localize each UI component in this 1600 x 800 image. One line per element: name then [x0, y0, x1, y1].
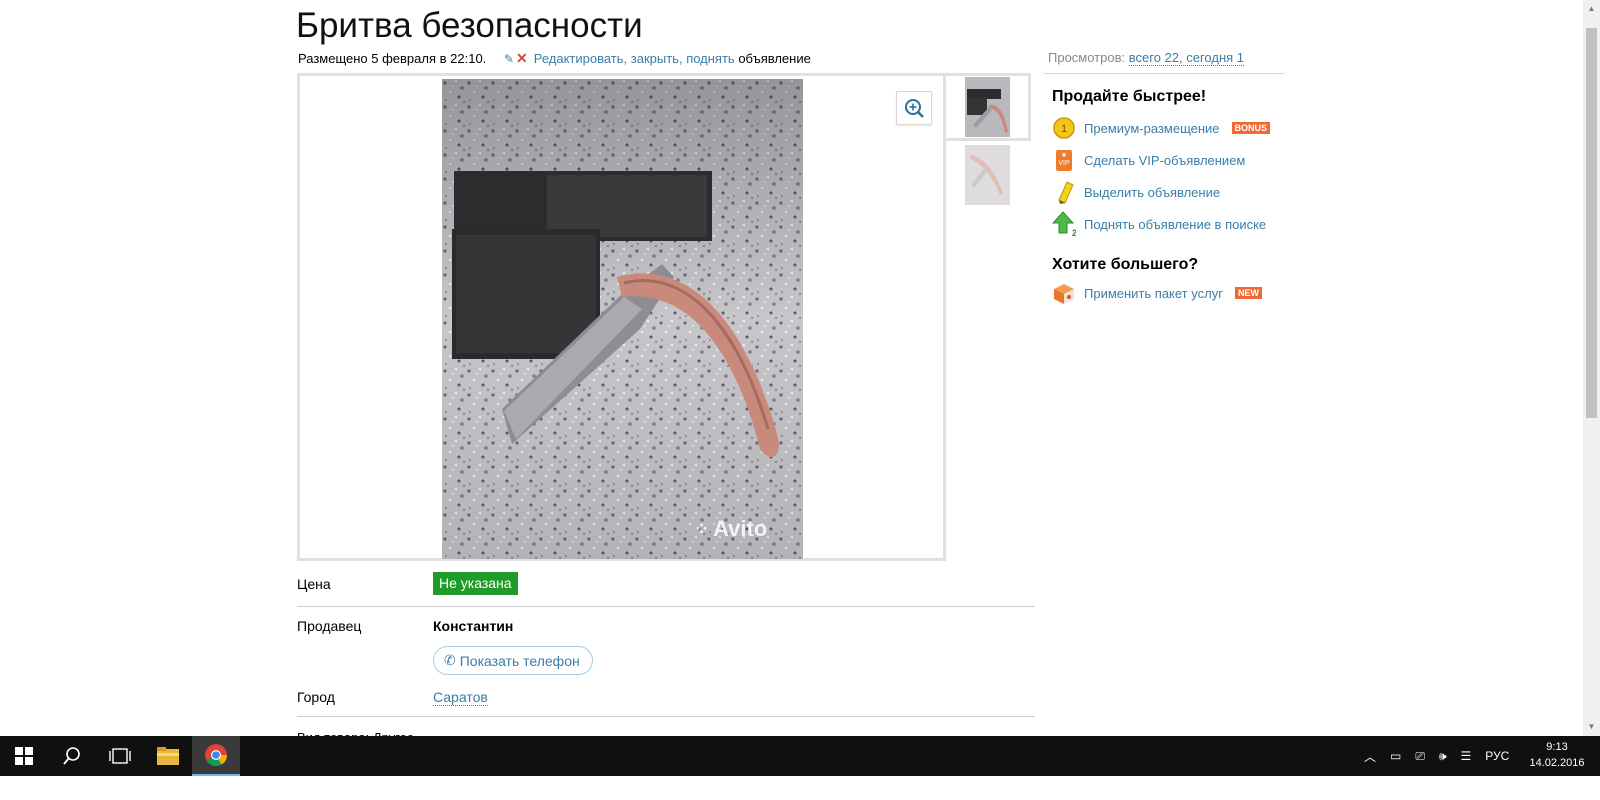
network-icon[interactable]: ⎚	[1415, 749, 1425, 764]
search-icon	[63, 747, 80, 765]
chrome-button[interactable]	[192, 736, 240, 776]
edit-link[interactable]: Редактировать,	[534, 51, 627, 66]
divider-city	[297, 716, 1035, 717]
bonus-badge: BONUS	[1231, 122, 1271, 134]
views-divider	[1044, 73, 1284, 74]
raise-arrow-icon: 2	[1052, 211, 1076, 237]
listing-meta: Размещено 5 февраля в 22:10. ✎ ✕ Редактиро…	[298, 50, 811, 67]
promo-item-label[interactable]: Поднять объявление в поиске	[1084, 217, 1266, 232]
thumbnail-2[interactable]	[965, 145, 1010, 205]
file-explorer-button[interactable]	[144, 736, 192, 776]
views-value-link[interactable]: всего 22, сегодня 1	[1128, 50, 1244, 66]
scroll-up-arrow-icon[interactable]: ▲	[1584, 2, 1599, 16]
promo-item-label[interactable]: Сделать VIP-объявлением	[1084, 153, 1245, 168]
svg-text:2: 2	[1072, 228, 1076, 237]
system-tray: ︿ ▭ ⎚ 🕪 ☰ РУС	[1364, 736, 1509, 776]
promo-item-raise[interactable]: 2 Поднять объявление в поиске	[1052, 211, 1266, 237]
posted-date: Размещено 5 февраля в 22:10.	[298, 51, 487, 66]
avito-logo-icon: ⁘	[694, 518, 710, 539]
close-x-icon[interactable]: ✕	[516, 50, 528, 66]
notifications-icon[interactable]: ☰	[1461, 749, 1472, 763]
divider-price	[297, 606, 1035, 607]
volume-icon[interactable]: 🕪	[1439, 749, 1447, 764]
pencil-icon[interactable]: ✎	[504, 52, 514, 66]
promo-heading-more: Хотите большего?	[1052, 256, 1199, 273]
close-link[interactable]: закрыть,	[631, 51, 683, 66]
screen-bottom-strip	[0, 776, 1600, 800]
promo-item-package[interactable]: Применить пакет услуг NEW	[1052, 280, 1262, 306]
scroll-down-arrow-icon[interactable]: ▼	[1584, 720, 1599, 734]
thumbnail-1[interactable]	[965, 77, 1010, 137]
svg-text:1: 1	[1061, 123, 1067, 135]
task-view-icon	[109, 748, 131, 764]
zoom-in-icon	[905, 99, 924, 118]
new-badge: NEW	[1234, 287, 1262, 299]
raise-link[interactable]: поднять	[686, 51, 735, 66]
svg-text:★: ★	[1061, 151, 1067, 159]
promo-heading: Продайте быстрее!	[1052, 88, 1207, 105]
main-photo[interactable]: ⁘ Avito	[442, 79, 803, 559]
scrollbar-thumb[interactable]	[1586, 28, 1597, 418]
price-label: Цена	[297, 576, 331, 592]
views-counter: Просмотров: всего 22, сегодня 1	[1048, 50, 1244, 66]
city-label: Город	[297, 689, 335, 705]
taskbar-clock[interactable]: 9:13 14.02.2016	[1524, 739, 1590, 771]
clock-date: 14.02.2016	[1529, 757, 1585, 769]
svg-text:VIP: VIP	[1058, 160, 1070, 167]
task-view-button[interactable]	[96, 736, 144, 776]
premium-coin-icon: 1	[1052, 116, 1076, 140]
seller-name: Константин	[433, 618, 514, 634]
listing-suffix: объявление	[738, 51, 811, 66]
battery-icon[interactable]: ▭	[1390, 749, 1401, 763]
chrome-icon	[205, 744, 227, 766]
promo-item-label[interactable]: Выделить объявление	[1084, 185, 1220, 200]
promo-item-label[interactable]: Применить пакет услуг	[1084, 286, 1223, 301]
city-link[interactable]: Саратов	[433, 689, 488, 706]
seller-label: Продавец	[297, 618, 362, 634]
views-label: Просмотров:	[1048, 50, 1126, 65]
search-button[interactable]	[48, 736, 96, 776]
show-phone-button[interactable]: ✆ Показать телефон	[433, 646, 593, 675]
promo-item-premium[interactable]: 1 Премиум-размещение BONUS	[1052, 115, 1271, 141]
page-title: Бритва безопасности	[296, 6, 643, 45]
promo-panel: Продайте быстрее! 1 Премиум-размещение BO…	[1052, 88, 1312, 304]
avito-watermark: ⁘ Avito	[694, 516, 768, 541]
package-icon	[1052, 281, 1076, 305]
vip-icon: VIP ★	[1052, 148, 1076, 172]
tray-overflow-chevron-icon[interactable]: ︿	[1364, 748, 1376, 765]
promo-item-label[interactable]: Премиум-размещение	[1084, 121, 1220, 136]
language-indicator[interactable]: РУС	[1485, 749, 1509, 763]
promo-item-highlight[interactable]: Выделить объявление	[1052, 179, 1220, 205]
folder-icon	[157, 747, 179, 765]
highlighter-icon	[1052, 180, 1076, 204]
price-badge: Не указана	[433, 572, 518, 595]
windows-logo-icon	[15, 747, 33, 765]
show-phone-label: Показать телефон	[459, 652, 580, 669]
photo-gallery: ⁘ Avito	[297, 73, 946, 561]
start-button[interactable]	[0, 736, 48, 776]
taskbar: ︿ ▭ ⎚ 🕪 ☰ РУС 9:13 14.02.2016	[0, 736, 1600, 776]
promo-item-vip[interactable]: VIP ★ Сделать VIP-объявлением	[1052, 147, 1245, 173]
clock-time: 9:13	[1546, 741, 1568, 753]
phone-icon: ✆	[444, 652, 456, 668]
zoom-button[interactable]	[896, 91, 932, 125]
